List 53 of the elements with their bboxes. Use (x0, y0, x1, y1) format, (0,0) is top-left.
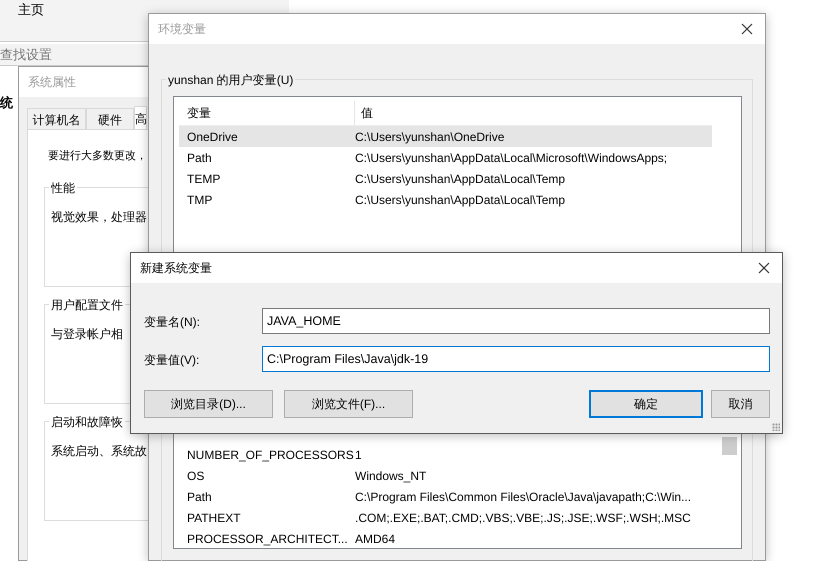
group-text: 系统启动、系统故 (51, 443, 147, 460)
group-title: yunshan 的用户变量(U) (166, 71, 296, 89)
list-row[interactable]: TMP C:\Users\yunshan\AppData\Local\Temp (179, 189, 712, 210)
home-label[interactable]: 主页 (18, 0, 44, 20)
field-label: 变量名(N): (144, 314, 200, 331)
variable-value: 1 (355, 446, 362, 464)
variable-name: Path (187, 150, 212, 166)
variable-value: .COM;.EXE;.BAT;.CMD;.VBS;.VBE;.JS;.JSE;.WSF;.WSH;.MSC (355, 510, 691, 526)
resize-grip-icon[interactable] (772, 423, 780, 431)
search-field[interactable]: 查找设置 (0, 44, 148, 66)
variable-value: C:\Program Files\Common Files\Oracle\Java\javapath;C:\Win... (355, 488, 692, 506)
group-text: 视觉效果，处理器 (51, 209, 147, 226)
window-title: 环境变量 (158, 21, 206, 38)
variable-value: C:\Users\yunshan\OneDrive (355, 128, 504, 146)
group-title: 启动和故障恢 (49, 413, 125, 431)
list-row[interactable]: TEMP C:\Users\yunshan\AppData\Local\Temp (179, 168, 712, 189)
group-title: 性能 (49, 179, 77, 197)
input-field[interactable]: JAVA_HOME (262, 308, 770, 334)
sidebar-heading: 统 (0, 94, 13, 112)
variable-name: OS (187, 468, 204, 484)
close-icon (741, 23, 753, 35)
variable-value: C:\Users\yunshan\AppData\Local\Temp (355, 170, 566, 188)
input-field[interactable]: C:\Program Files\Java\jdk-19 (262, 346, 770, 372)
variable-name: TMP (187, 192, 212, 208)
variable-value: AMD64 (355, 530, 396, 548)
variable-name: Path (187, 488, 212, 506)
variable-name: NUMBER_OF_PROCESSORS (187, 446, 354, 464)
field-label: 变量值(V): (144, 352, 200, 369)
column-header[interactable]: 值 (355, 104, 373, 122)
tab[interactable]: 计算机名 (27, 108, 86, 130)
list-row[interactable]: Path C:\Users\yunshan\AppData\Local\Microsoft\WindowsApps; (179, 147, 712, 168)
tab[interactable]: 硬件 (86, 108, 134, 130)
variable-value: C:\Users\yunshan\AppData\Local\Temp (355, 192, 566, 208)
group-title: 用户配置文件 (49, 296, 125, 314)
variable-name: OneDrive (187, 128, 238, 146)
variable-name: PROCESSOR_ARCHITECT... (187, 530, 348, 548)
close-icon (758, 262, 770, 274)
dialog-button[interactable]: 取消 (711, 390, 770, 418)
tab[interactable]: 高 (134, 106, 147, 130)
list-row[interactable]: OneDrive C:\Users\yunshan\OneDrive (179, 126, 712, 147)
variable-value: C:\Users\yunshan\AppData\Local\Microsoft\WindowsApps; (355, 150, 668, 166)
variable-name: TEMP (187, 170, 220, 188)
variable-value: Windows_NT (355, 468, 426, 484)
dialog-button[interactable]: 确定 (589, 390, 703, 418)
dialog-title: 新建系统变量 (140, 260, 212, 277)
variable-name: PATHEXT (187, 510, 241, 526)
scrollbar-thumb[interactable] (722, 437, 737, 455)
column-header[interactable]: 变量 (179, 101, 355, 125)
intro-text: 要进行大多数更改， (48, 149, 147, 164)
group-text: 与登录帐户相 (51, 326, 123, 343)
dialog-button[interactable]: 浏览目录(D)... (144, 390, 273, 418)
dialog-button[interactable]: 浏览文件(F)... (284, 390, 413, 418)
window-title: 系统属性 (28, 74, 76, 91)
